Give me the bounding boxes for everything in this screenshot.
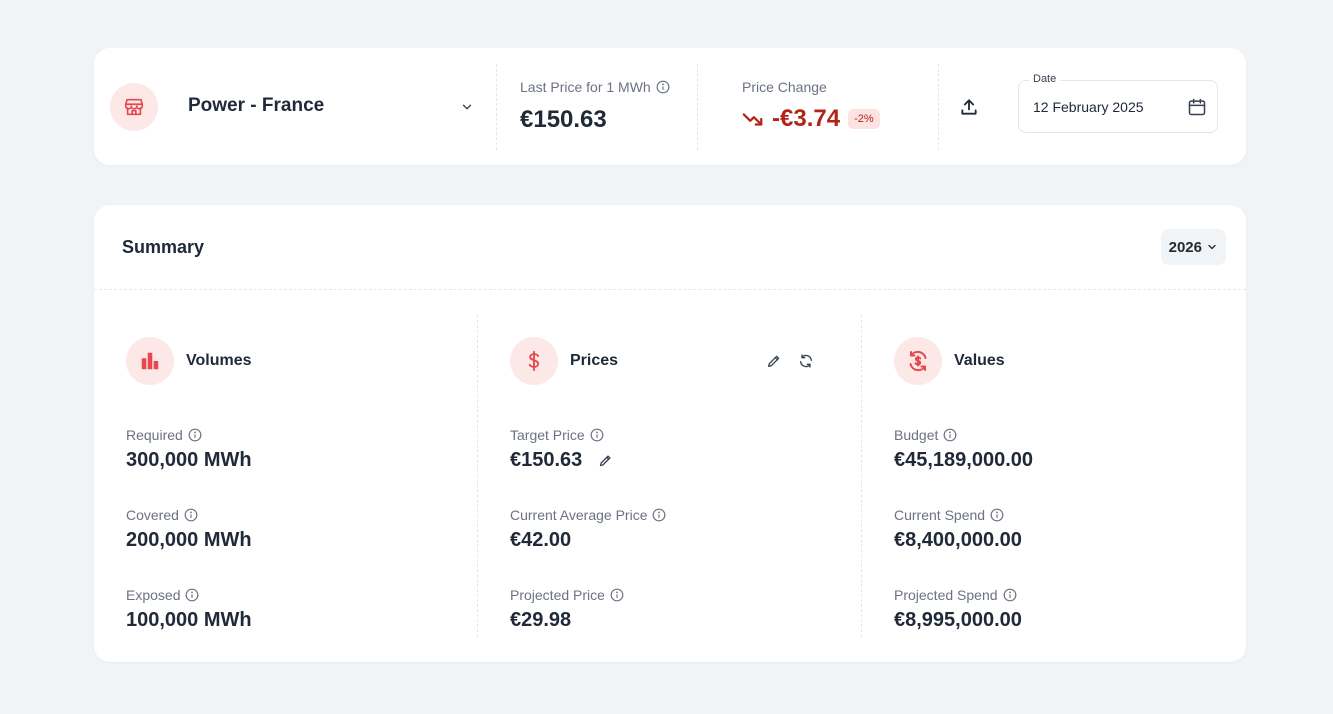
metric-value: €29.98 (510, 609, 572, 631)
info-icon[interactable] (184, 508, 198, 522)
info-icon[interactable] (656, 80, 670, 94)
info-icon[interactable] (610, 588, 624, 602)
metric-value: €45,189,000.00 (894, 449, 1034, 471)
values-section: Values Budget €45,189,000.00 Current Spe… (862, 289, 1246, 662)
upload-icon (961, 99, 977, 115)
info-icon[interactable] (943, 428, 957, 442)
year-selector[interactable]: 2026 (1160, 229, 1226, 265)
price-change-row: -€3.74 -2% (742, 105, 880, 133)
metric-value: €8,995,000.00 (894, 609, 1022, 631)
values-header: Values (894, 337, 1005, 385)
metric-label: Target Price (510, 427, 585, 443)
metric-covered: Covered 200,000 MWh (126, 507, 252, 552)
info-icon[interactable] (652, 508, 666, 522)
metric-label: Current Average Price (510, 507, 648, 523)
metric-value: €42.00 (510, 529, 572, 551)
metric-projected-price: Projected Price €29.98 (510, 587, 624, 632)
upload-button[interactable] (958, 96, 980, 118)
store-icon-badge (110, 83, 158, 131)
metric-required: Required 300,000 MWh (126, 427, 252, 472)
prices-icon-badge (510, 337, 558, 385)
last-price-value: €150.63 (520, 106, 607, 133)
date-value[interactable]: 12 February 2025 (1033, 99, 1144, 115)
info-icon[interactable] (990, 508, 1004, 522)
info-icon[interactable] (1003, 588, 1017, 602)
divider (496, 64, 497, 150)
metric-label: Projected Price (510, 587, 605, 603)
summary-title: Summary (122, 237, 205, 257)
metric-label: Required (126, 427, 183, 443)
metric-projected-spend: Projected Spend €8,995,000.00 (894, 587, 1022, 632)
volumes-icon-badge (126, 337, 174, 385)
metric-label: Budget (894, 427, 939, 443)
price-change-badge: -2% (848, 109, 880, 129)
metric-label: Projected Spend (894, 587, 998, 603)
calendar-icon[interactable] (1187, 97, 1207, 117)
chevron-down-icon[interactable] (460, 100, 474, 114)
refresh-icon[interactable] (798, 353, 816, 371)
chevron-down-icon (1208, 244, 1216, 250)
prices-title: Prices (570, 352, 619, 369)
values-icon-badge (894, 337, 942, 385)
info-icon[interactable] (188, 428, 202, 442)
year-selector-label: 2026 (1168, 238, 1202, 256)
last-price-label: Last Price for 1 MWh (520, 79, 651, 95)
volumes-section: Volumes Required 300,000 MWh Covered 200… (94, 289, 478, 662)
summary-card: Summary 2026 Volumes Required 300,000 MW… (94, 205, 1246, 662)
price-change-value: -€3.74 (772, 105, 841, 132)
date-label: Date (1029, 73, 1061, 85)
metric-current-average-price: Current Average Price €42.00 (510, 507, 666, 552)
metric-budget: Budget €45,189,000.00 (894, 427, 1033, 472)
prices-actions (766, 353, 816, 371)
bar-chart-icon (141, 352, 159, 370)
metric-label: Covered (126, 507, 179, 523)
market-header-card: Power - France Last Price for 1 MWh €150… (94, 48, 1246, 165)
prices-header: Prices (510, 337, 618, 385)
volumes-title: Volumes (186, 352, 252, 369)
values-title: Values (954, 352, 1005, 369)
metric-target-price: Target Price €150.63 (510, 427, 614, 472)
metric-label: Current Spend (894, 507, 986, 523)
metric-value: 200,000 MWh (126, 529, 252, 551)
info-icon[interactable] (185, 588, 199, 602)
info-icon[interactable] (590, 428, 604, 442)
pencil-icon[interactable] (598, 453, 614, 469)
volumes-header: Volumes (126, 337, 252, 385)
metric-value: €8,400,000.00 (894, 529, 1022, 551)
metric-value: €150.63 (510, 449, 583, 471)
store-icon (124, 98, 144, 116)
metric-current-spend: Current Spend €8,400,000.00 (894, 507, 1022, 552)
last-price-label-row: Last Price for 1 MWh (520, 79, 670, 95)
metric-label: Exposed (126, 587, 181, 603)
market-selector-label[interactable]: Power - France (188, 95, 324, 117)
pencil-icon[interactable] (766, 353, 784, 371)
date-field[interactable]: Date 12 February 2025 (1018, 73, 1218, 133)
dollar-icon (528, 350, 540, 372)
divider (938, 64, 939, 150)
prices-section: Prices Target Price €150.63 Current Aver… (478, 289, 862, 662)
metric-exposed: Exposed 100,000 MWh (126, 587, 252, 632)
divider (697, 64, 698, 150)
metric-value: 100,000 MWh (126, 609, 252, 631)
price-change-label: Price Change (742, 79, 827, 95)
currency-exchange-icon (909, 350, 927, 372)
trending-down-icon (742, 113, 763, 126)
metric-value: 300,000 MWh (126, 449, 252, 471)
